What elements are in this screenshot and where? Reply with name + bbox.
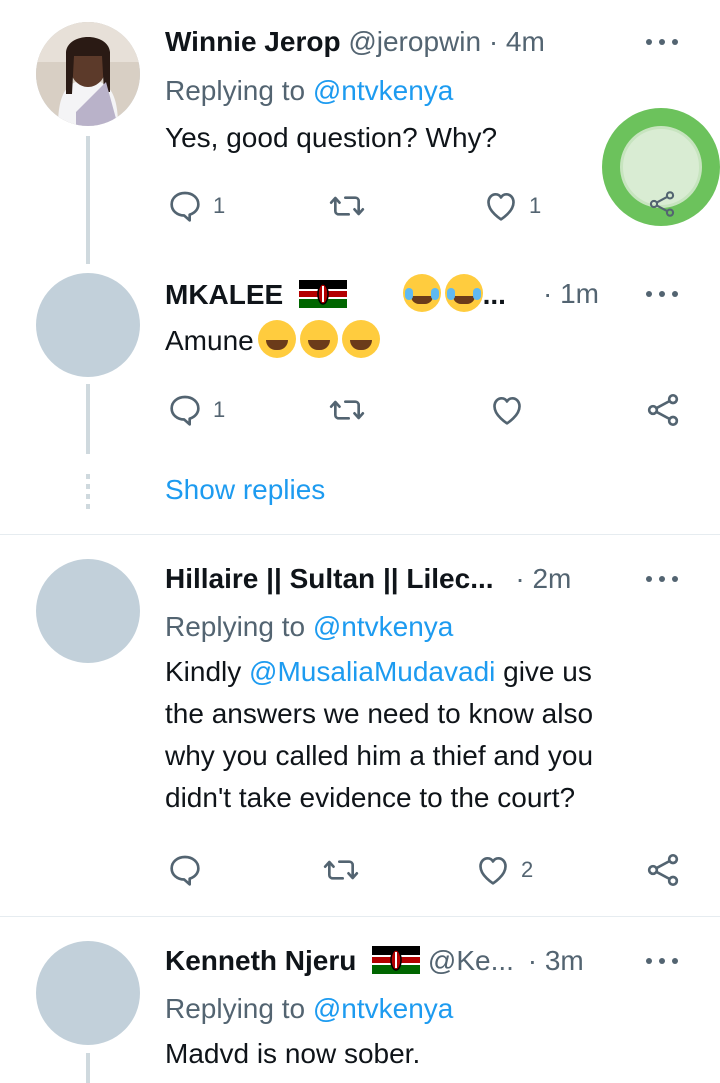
retweet-icon bbox=[327, 390, 367, 430]
timestamp[interactable]: 3m bbox=[545, 945, 584, 976]
separator-dot: · bbox=[543, 278, 553, 309]
reply-button[interactable]: 1 bbox=[165, 184, 225, 228]
author-name[interactable]: MKALEE bbox=[165, 279, 283, 310]
tweet-text-part: Kindly bbox=[165, 656, 250, 687]
timestamp[interactable]: 1m bbox=[560, 278, 599, 309]
retweet-icon bbox=[327, 186, 367, 226]
more-dots-icon[interactable] bbox=[644, 22, 680, 62]
heart-icon bbox=[487, 390, 527, 430]
tweet-header: Hillaire || Sultan || Lilec... · 2m bbox=[165, 559, 690, 599]
tweet-header: Kenneth Njeru @Ke... · 3m bbox=[165, 941, 690, 981]
reply-bubble-icon bbox=[165, 186, 205, 226]
tweet-kenneth-njeru[interactable]: Kenneth Njeru @Ke... · 3m Replying to @n… bbox=[0, 917, 720, 1083]
name-ellipsis: ... bbox=[482, 279, 506, 310]
grinning-squinting-emoji-icon bbox=[341, 320, 380, 358]
tweet-header: MKALEE ... · 1m bbox=[165, 274, 690, 314]
thread-line bbox=[86, 136, 90, 264]
replying-prefix: Replying to bbox=[165, 993, 313, 1024]
author-handle[interactable]: @Ke... bbox=[428, 945, 514, 976]
avatar-photo bbox=[36, 22, 140, 126]
like-button[interactable] bbox=[487, 388, 527, 432]
floating-touch-indicator[interactable] bbox=[602, 108, 720, 226]
author-name[interactable]: Hillaire || Sultan || Lilec... bbox=[165, 563, 494, 594]
tweet-text-line: the answers we need to know also bbox=[165, 698, 594, 729]
separator-dot: · bbox=[527, 945, 538, 976]
tweet-winnie-jerop[interactable]: Winnie Jerop @jeropwin · 4m Replying to … bbox=[0, 0, 720, 264]
tweet-mkalee[interactable]: MKALEE ... · 1m Amune 1 Show replies bbox=[0, 262, 720, 534]
replying-handle-link[interactable]: @ntvkenya bbox=[313, 611, 454, 642]
separator-dot: · bbox=[515, 563, 525, 594]
avatar[interactable] bbox=[36, 559, 140, 663]
tweet-text: Kindly @MusaliaMudavadi give us the answ… bbox=[165, 651, 690, 819]
tweet-actions: 1 bbox=[165, 388, 690, 432]
replying-handle-link[interactable]: @ntvkenya bbox=[313, 993, 454, 1024]
thread-line bbox=[86, 384, 90, 454]
retweet-button[interactable] bbox=[321, 848, 361, 892]
like-button[interactable]: 1 bbox=[481, 184, 541, 228]
share-button[interactable] bbox=[643, 388, 683, 432]
replying-prefix: Replying to bbox=[165, 611, 313, 642]
tweet-text: Madvd is now sober. bbox=[165, 1038, 421, 1069]
tweet-actions: 2 bbox=[165, 848, 690, 892]
laughing-tears-emoji-icon bbox=[402, 274, 441, 312]
thread-line bbox=[86, 1053, 90, 1083]
separator-dot: · bbox=[488, 26, 499, 57]
tweet-header: Winnie Jerop @jeropwin · 4m bbox=[165, 22, 690, 62]
share-icon bbox=[643, 850, 683, 890]
tweet-text-line: didn't take evidence to the court? bbox=[165, 782, 576, 813]
retweet-button[interactable] bbox=[327, 184, 367, 228]
reply-count: 1 bbox=[213, 193, 226, 218]
thread-dotted-line bbox=[86, 474, 90, 514]
share-icon bbox=[643, 390, 683, 430]
like-button[interactable]: 2 bbox=[473, 848, 533, 892]
retweet-button[interactable] bbox=[327, 388, 367, 432]
timestamp[interactable]: 4m bbox=[506, 26, 545, 57]
author-handle[interactable]: @jeropwin bbox=[348, 26, 481, 57]
kenya-flag-icon bbox=[299, 280, 348, 308]
author-name[interactable]: Winnie Jerop bbox=[165, 26, 341, 57]
heart-icon bbox=[481, 186, 521, 226]
replying-to: Replying to @ntvkenya bbox=[165, 607, 690, 647]
tweet-text: Amune bbox=[165, 320, 690, 362]
tweet-text-line: why you called him a thief and you bbox=[165, 740, 594, 771]
avatar[interactable] bbox=[36, 22, 140, 126]
author-name[interactable]: Kenneth Njeru bbox=[165, 945, 356, 976]
tweet-hillaire[interactable]: Hillaire || Sultan || Lilec... · 2m Repl… bbox=[0, 535, 720, 916]
more-dots-icon[interactable] bbox=[644, 941, 680, 981]
reply-bubble-icon bbox=[165, 390, 205, 430]
share-button[interactable] bbox=[643, 848, 683, 892]
grinning-squinting-emoji-icon bbox=[299, 320, 338, 358]
share-icon bbox=[646, 188, 678, 220]
like-count: 1 bbox=[529, 193, 542, 218]
more-dots-icon[interactable] bbox=[644, 559, 680, 599]
more-dots-icon[interactable] bbox=[644, 274, 680, 314]
tweet-text-body: Amune bbox=[165, 325, 254, 356]
reply-bubble-icon bbox=[165, 850, 205, 890]
replying-handle-link[interactable]: @ntvkenya bbox=[313, 75, 454, 106]
kenya-flag-icon bbox=[372, 946, 421, 974]
reply-count: 1 bbox=[213, 397, 226, 422]
replying-prefix: Replying to bbox=[165, 75, 313, 106]
reply-button[interactable] bbox=[165, 848, 205, 892]
tweet-text-part: give us bbox=[495, 656, 592, 687]
replying-to: Replying to @ntvkenya bbox=[165, 71, 690, 111]
laughing-tears-emoji-icon bbox=[444, 274, 483, 312]
avatar[interactable] bbox=[36, 941, 140, 1045]
timestamp[interactable]: 2m bbox=[532, 563, 571, 594]
show-replies-link[interactable]: Show replies bbox=[165, 474, 325, 506]
like-count: 2 bbox=[521, 857, 534, 882]
grinning-squinting-emoji-icon bbox=[257, 320, 296, 358]
reply-button[interactable]: 1 bbox=[165, 388, 225, 432]
avatar[interactable] bbox=[36, 273, 140, 377]
mention-link[interactable]: @MusaliaMudavadi bbox=[249, 656, 495, 687]
heart-icon bbox=[473, 850, 513, 890]
replying-to: Replying to @ntvkenya bbox=[165, 989, 690, 1029]
retweet-icon bbox=[321, 850, 361, 890]
